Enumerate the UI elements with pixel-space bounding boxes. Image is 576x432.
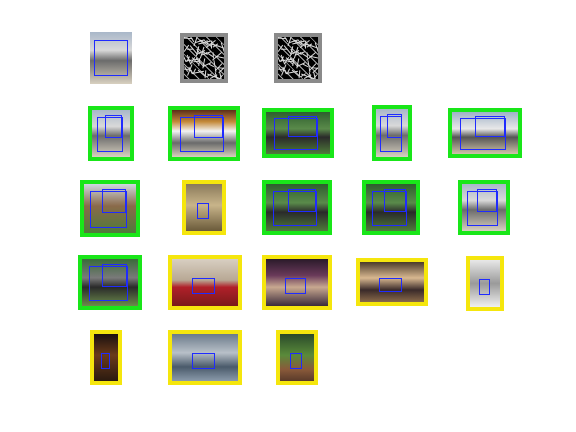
correct-tile bbox=[78, 255, 142, 310]
hog-stroke bbox=[278, 37, 287, 40]
incorrect-tile bbox=[276, 330, 318, 385]
hog-glyphs bbox=[184, 37, 224, 79]
detection-box bbox=[101, 352, 110, 370]
correct-tile bbox=[458, 180, 510, 235]
hog-stroke bbox=[190, 37, 195, 43]
hog-template-tile bbox=[274, 33, 322, 83]
hog-stroke bbox=[184, 37, 186, 40]
detection-box bbox=[105, 114, 123, 139]
correct-tile bbox=[88, 106, 134, 161]
hog-stroke bbox=[284, 37, 289, 43]
hog-stroke bbox=[278, 44, 284, 52]
hog-stroke bbox=[283, 45, 293, 56]
detection-box bbox=[383, 188, 406, 213]
detection-box bbox=[191, 277, 215, 295]
incorrect-tile bbox=[90, 330, 122, 385]
hog-stroke bbox=[184, 37, 193, 40]
detection-box bbox=[288, 116, 318, 138]
incorrect-tile bbox=[356, 258, 428, 306]
detection-box bbox=[387, 113, 402, 138]
correct-tile bbox=[168, 106, 240, 161]
hog-template-tile bbox=[180, 33, 228, 83]
hog-stroke bbox=[184, 44, 190, 52]
correct-tile bbox=[448, 108, 522, 158]
detection-box bbox=[290, 352, 303, 370]
detection-box bbox=[475, 116, 505, 138]
detection-box bbox=[191, 352, 215, 370]
hog-stroke bbox=[291, 69, 300, 78]
detection-box bbox=[379, 278, 402, 292]
detection-box bbox=[477, 188, 498, 213]
detection-box bbox=[284, 277, 307, 295]
incorrect-tile bbox=[168, 255, 242, 310]
correct-tile bbox=[362, 180, 420, 235]
hog-stroke bbox=[213, 60, 217, 73]
hog-glyphs bbox=[278, 37, 318, 79]
incorrect-tile bbox=[466, 256, 504, 311]
hog-stroke bbox=[278, 37, 280, 40]
hog-stroke bbox=[298, 70, 301, 79]
hog-stroke bbox=[189, 45, 199, 56]
detection-results-grid bbox=[0, 0, 576, 432]
detection-box bbox=[287, 188, 316, 213]
hog-stroke bbox=[307, 60, 311, 73]
incorrect-tile bbox=[182, 180, 226, 235]
detection-box bbox=[102, 188, 126, 214]
hog-stroke bbox=[184, 56, 187, 63]
incorrect-tile bbox=[262, 255, 332, 310]
detection-box bbox=[94, 39, 128, 77]
hog-stroke bbox=[204, 70, 207, 79]
detection-box bbox=[101, 263, 127, 288]
correct-tile bbox=[80, 180, 140, 237]
hog-stroke bbox=[197, 69, 206, 78]
hog-stroke bbox=[214, 63, 223, 72]
correct-tile bbox=[372, 105, 412, 161]
hog-stroke bbox=[208, 63, 215, 68]
correct-tile bbox=[262, 108, 334, 158]
hog-stroke bbox=[278, 56, 281, 63]
detection-box bbox=[194, 114, 224, 139]
correct-tile bbox=[262, 180, 332, 235]
query-image-tile bbox=[90, 32, 132, 84]
incorrect-tile bbox=[168, 330, 242, 385]
hog-stroke bbox=[308, 63, 317, 72]
detection-box bbox=[196, 202, 210, 220]
hog-stroke bbox=[302, 63, 309, 68]
detection-box bbox=[479, 278, 490, 296]
